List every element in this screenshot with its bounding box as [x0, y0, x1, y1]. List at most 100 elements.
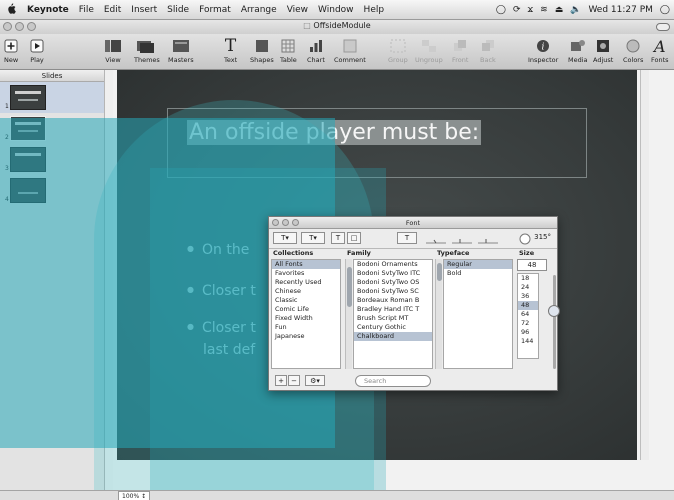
text-button[interactable]: T Text	[224, 36, 237, 64]
volume-icon[interactable]: 🔈	[570, 5, 581, 15]
ungroup-button[interactable]: Ungroup	[415, 36, 443, 64]
collection-item[interactable]: Recently Used	[272, 278, 340, 287]
comment-button[interactable]: Comment	[334, 36, 366, 64]
typeface-scrollbar[interactable]	[435, 259, 442, 369]
collection-item[interactable]: Chinese	[272, 287, 340, 296]
size-slider-thumb[interactable]	[548, 305, 560, 317]
canvas-scrollbar[interactable]	[640, 70, 649, 460]
font-panel-zoom-button[interactable]	[292, 219, 299, 226]
apple-icon[interactable]	[0, 2, 22, 17]
underline-button[interactable]: T▾	[273, 232, 297, 244]
menu-keynote[interactable]: Keynote	[22, 5, 74, 15]
collection-item[interactable]: Favorites	[272, 269, 340, 278]
size-list[interactable]: 18 24 36 48 64 72 96 144	[517, 273, 539, 359]
slide-thumbnail-1[interactable]: 1	[0, 82, 104, 113]
family-item[interactable]: Bodoni SvtyTwo OS	[354, 278, 432, 287]
fonts-button[interactable]: A Fonts	[651, 36, 669, 65]
adjust-button[interactable]: Adjust	[593, 36, 613, 64]
shadow-sliders[interactable]	[424, 233, 504, 245]
view-button[interactable]: View	[104, 36, 122, 64]
typeface-list[interactable]: Regular Bold	[443, 259, 513, 369]
new-button[interactable]: New	[4, 36, 18, 64]
strikethrough-button[interactable]: T▾	[301, 232, 325, 244]
menu-insert[interactable]: Insert	[126, 5, 162, 15]
family-item[interactable]: Bodoni SvtyTwo ITC	[354, 269, 432, 278]
bullet-3-continuation[interactable]: last def	[187, 342, 255, 358]
bluetooth-icon[interactable]: ϫ	[528, 5, 534, 15]
back-button[interactable]: Back	[480, 36, 496, 64]
shapes-button[interactable]: Shapes	[250, 36, 274, 64]
size-item[interactable]: 72	[518, 319, 538, 328]
collections-list[interactable]: All Fonts Favorites Recently Used Chines…	[271, 259, 341, 369]
size-item[interactable]: 96	[518, 328, 538, 337]
remove-collection-button[interactable]: −	[288, 375, 300, 386]
themes-button[interactable]: Themes	[134, 36, 160, 64]
size-input[interactable]: 48	[517, 259, 547, 271]
size-item[interactable]: 18	[518, 274, 538, 283]
colors-button[interactable]: Colors	[623, 36, 643, 64]
sync-icon[interactable]: ⟳	[513, 5, 521, 15]
size-item[interactable]: 64	[518, 310, 538, 319]
inspector-button[interactable]: i Inspector	[528, 36, 558, 64]
family-item[interactable]: Bradley Hand ITC T	[354, 305, 432, 314]
chart-button[interactable]: Chart	[307, 36, 325, 64]
toolbar-toggle-button[interactable]	[656, 23, 670, 31]
size-item[interactable]: 48	[518, 301, 538, 310]
collection-item[interactable]: Classic	[272, 296, 340, 305]
size-item[interactable]: 24	[518, 283, 538, 292]
slide-thumbnail-2[interactable]: 2	[0, 113, 104, 144]
bullet-3[interactable]: Closer t	[187, 320, 256, 336]
font-panel-close-button[interactable]	[272, 219, 279, 226]
group-button[interactable]: Group	[388, 36, 408, 64]
table-button[interactable]: Table	[280, 36, 297, 64]
masters-button[interactable]: Masters	[168, 36, 194, 64]
family-item[interactable]: Bodoni Ornaments	[354, 260, 432, 269]
collection-item[interactable]: Comic Life	[272, 305, 340, 314]
collection-item[interactable]: Fun	[272, 323, 340, 332]
font-panel-titlebar[interactable]: Font	[269, 217, 557, 229]
family-item[interactable]: Century Gothic	[354, 323, 432, 332]
family-list[interactable]: Bodoni Ornaments Bodoni SvtyTwo ITC Bodo…	[353, 259, 433, 369]
clock-sync-icon[interactable]: ◯	[496, 5, 506, 15]
spotlight-icon[interactable]: ◯	[660, 5, 670, 15]
size-slider-track[interactable]	[553, 275, 556, 369]
menu-help[interactable]: Help	[359, 5, 390, 15]
menu-arrange[interactable]: Arrange	[236, 5, 282, 15]
navigator-scrollbar[interactable]	[104, 70, 113, 490]
menu-format[interactable]: Format	[194, 5, 236, 15]
bullet-1[interactable]: On the	[187, 242, 249, 258]
play-button[interactable]: Play	[30, 36, 44, 64]
collection-item[interactable]: All Fonts	[272, 260, 340, 269]
document-color-button[interactable]: □	[347, 232, 361, 244]
menu-clock[interactable]: Wed 11:27 PM	[588, 5, 652, 15]
size-item[interactable]: 144	[518, 337, 538, 346]
slide-thumbnail-3[interactable]: 3	[0, 144, 104, 175]
family-scrollbar[interactable]	[345, 259, 352, 369]
family-item[interactable]: Bordeaux Roman B	[354, 296, 432, 305]
typeface-item[interactable]: Regular	[444, 260, 512, 269]
text-color-button[interactable]: T	[331, 232, 345, 244]
menu-file[interactable]: File	[74, 5, 99, 15]
typeface-item[interactable]: Bold	[444, 269, 512, 278]
bullet-2[interactable]: Closer t	[187, 283, 256, 299]
media-button[interactable]: Media	[568, 36, 588, 64]
menu-slide[interactable]: Slide	[162, 5, 194, 15]
slide-thumbnail-4[interactable]: 4	[0, 175, 104, 206]
font-panel-minimize-button[interactable]	[282, 219, 289, 226]
menu-view[interactable]: View	[282, 5, 313, 15]
size-item[interactable]: 36	[518, 292, 538, 301]
slide-title[interactable]: An offside player must be:	[187, 120, 482, 145]
menu-edit[interactable]: Edit	[99, 5, 126, 15]
font-search-input[interactable]: Search	[355, 375, 431, 387]
collection-item[interactable]: Japanese	[272, 332, 340, 341]
shadow-angle-knob[interactable]	[519, 233, 531, 245]
eject-icon[interactable]: ⏏	[555, 5, 564, 15]
menu-window[interactable]: Window	[313, 5, 359, 15]
family-item[interactable]: Brush Script MT	[354, 314, 432, 323]
shadow-button[interactable]: T	[397, 232, 417, 244]
collection-item[interactable]: Fixed Width	[272, 314, 340, 323]
wifi-icon[interactable]: ≋	[540, 5, 548, 15]
add-collection-button[interactable]: +	[275, 375, 287, 386]
front-button[interactable]: Front	[452, 36, 468, 64]
action-menu-button[interactable]: ⚙▾	[305, 375, 325, 386]
